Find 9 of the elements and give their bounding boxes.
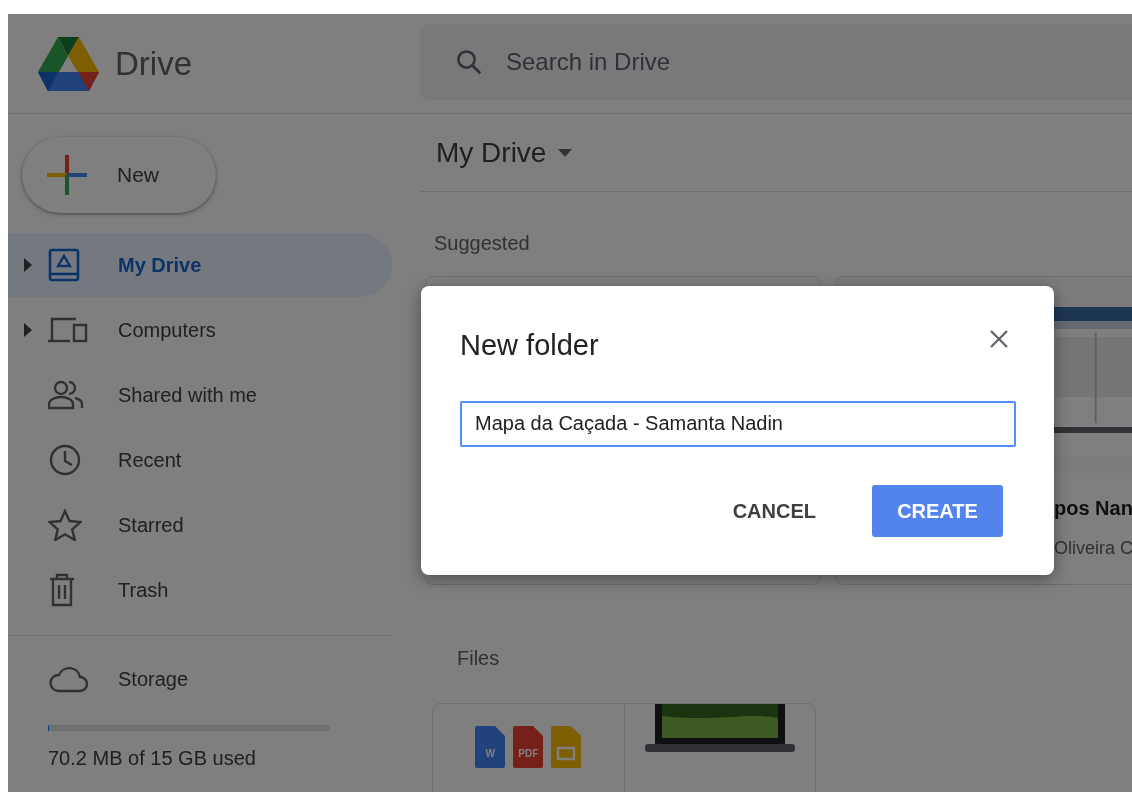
pdf-doc-icon: PDF (513, 726, 544, 768)
word-doc-icon: W (475, 726, 506, 768)
file-owner: Oliveira C (1054, 537, 1132, 560)
storage-usage: 70.2 MB of 15 GB used (48, 746, 257, 771)
file-title: pos Nan (1054, 496, 1132, 521)
app-name: Drive (115, 43, 192, 84)
section-heading: Suggested (434, 231, 531, 256)
dialog-title: New folder (460, 328, 599, 363)
section-heading: Files (457, 646, 501, 671)
